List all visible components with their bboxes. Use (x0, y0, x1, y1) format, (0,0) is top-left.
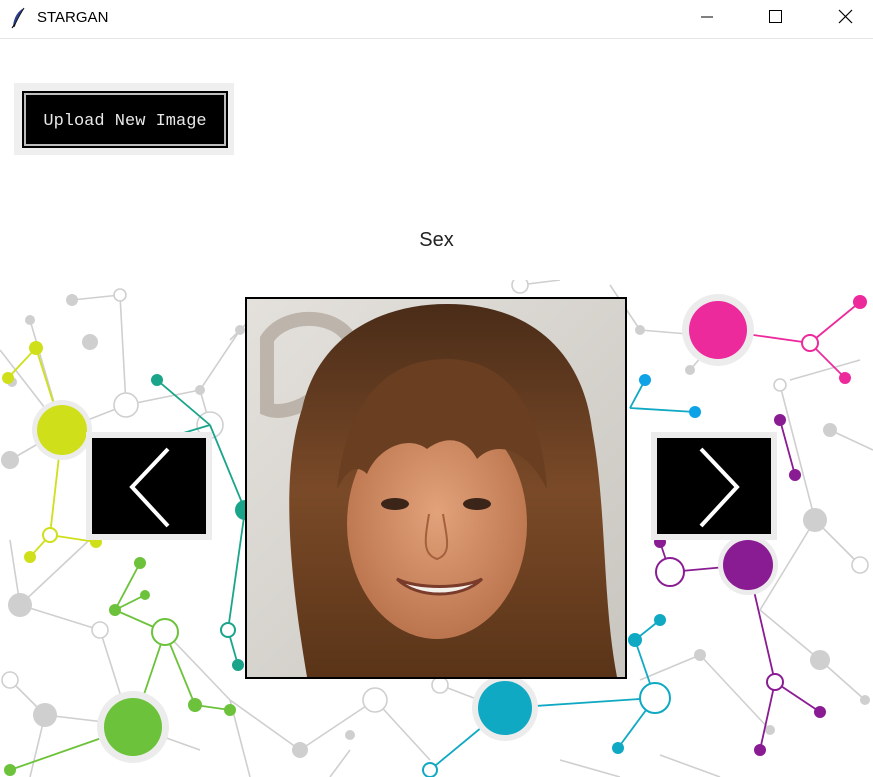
close-button[interactable] (822, 0, 868, 36)
next-attribute-button[interactable] (657, 438, 771, 534)
maximize-icon (769, 10, 782, 23)
chevron-left-icon (129, 447, 170, 528)
attribute-label: Sex (419, 229, 454, 251)
chevron-right-icon (699, 447, 740, 528)
upload-button-frame: Upload New Image (14, 83, 234, 155)
minimize-icon (701, 16, 713, 18)
minimize-button[interactable] (688, 0, 734, 36)
prev-button-frame (86, 432, 212, 540)
prev-attribute-button[interactable] (92, 438, 206, 534)
window-title: STARGAN (37, 9, 109, 26)
feather-icon (10, 7, 28, 29)
close-icon (838, 9, 853, 24)
upload-new-image-button[interactable]: Upload New Image (22, 91, 228, 148)
face-portrait (247, 299, 625, 677)
face-image (245, 297, 627, 679)
title-bar: STARGAN (0, 0, 873, 39)
next-button-frame (651, 432, 777, 540)
maximize-button[interactable] (753, 0, 799, 36)
